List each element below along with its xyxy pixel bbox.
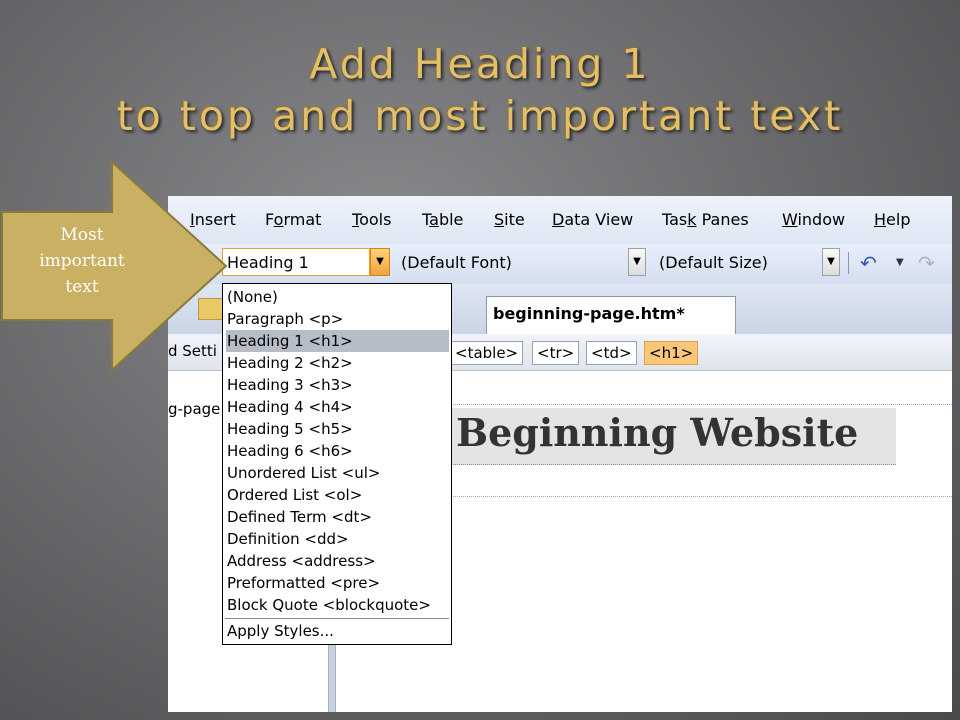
dropdown-item-heading-1[interactable]: Heading 1 <h1> xyxy=(226,330,449,352)
dropdown-item-apply-styles[interactable]: Apply Styles... xyxy=(226,620,449,642)
font-combo[interactable]: (Default Font) xyxy=(396,248,648,276)
dropdown-item-ordered-list[interactable]: Ordered List <ol> xyxy=(226,484,449,506)
size-combo-dropdown-button[interactable]: ▼ xyxy=(822,248,840,276)
undo-dropdown-arrow[interactable]: ▼ xyxy=(896,257,904,268)
style-dropdown-list: (None) Paragraph <p> Heading 1 <h1> Head… xyxy=(222,283,452,645)
font-combo-dropdown-button[interactable]: ▼ xyxy=(628,248,646,276)
menubar: Insert Format Tools Table Site Data View… xyxy=(168,196,952,244)
dropdown-item-heading-5[interactable]: Heading 5 <h5> xyxy=(226,418,449,440)
tab-beginning-page[interactable]: beginning-page.htm* xyxy=(486,296,736,334)
dropdown-item-definition[interactable]: Definition <dd> xyxy=(226,528,449,550)
redo-icon[interactable]: ↷ xyxy=(918,252,935,274)
menu-tools[interactable]: Tools xyxy=(352,210,391,229)
tag-tr[interactable]: <tr> xyxy=(532,341,580,365)
menu-data-view[interactable]: Data View xyxy=(552,210,633,229)
tag-td[interactable]: <td> xyxy=(586,341,637,365)
folder-list-item[interactable]: g-page xyxy=(168,400,220,418)
table-border-top xyxy=(448,404,952,405)
dropdown-item-none[interactable]: (None) xyxy=(226,286,449,308)
dropdown-item-paragraph[interactable]: Paragraph <p> xyxy=(226,308,449,330)
formatting-toolbar: Heading 1 ▼ (Default Font) ▼ (Default Si… xyxy=(168,244,952,284)
menu-window[interactable]: Window xyxy=(782,210,845,229)
menu-task-panes[interactable]: Task Panes xyxy=(662,210,749,229)
page-heading[interactable]: Beginning Website xyxy=(456,410,858,455)
style-combo[interactable]: Heading 1 xyxy=(222,248,370,276)
size-combo[interactable]: (Default Size) xyxy=(654,248,824,276)
tag-table[interactable]: <table> xyxy=(450,341,524,365)
menu-site[interactable]: Site xyxy=(494,210,525,229)
table-border-bottom xyxy=(448,496,952,497)
dropdown-item-preformatted[interactable]: Preformatted <pre> xyxy=(226,572,449,594)
dropdown-item-defined-term[interactable]: Defined Term <dt> xyxy=(226,506,449,528)
slide-title-line-2: to top and most important text xyxy=(116,92,844,140)
dropdown-item-unordered-list[interactable]: Unordered List <ul> xyxy=(226,462,449,484)
dropdown-item-block-quote[interactable]: Block Quote <blockquote> xyxy=(226,594,449,616)
dropdown-item-heading-6[interactable]: Heading 6 <h6> xyxy=(226,440,449,462)
menu-help[interactable]: Help xyxy=(874,210,910,229)
undo-icon[interactable]: ↶ xyxy=(860,252,877,274)
dropdown-item-address[interactable]: Address <address> xyxy=(226,550,449,572)
slide-title: Add Heading 1 to top and most important … xyxy=(0,38,960,142)
dropdown-item-heading-3[interactable]: Heading 3 <h3> xyxy=(226,374,449,396)
dropdown-item-heading-4[interactable]: Heading 4 <h4> xyxy=(226,396,449,418)
style-combo-dropdown-button[interactable]: ▼ xyxy=(370,248,390,276)
toolbar-separator xyxy=(848,252,849,274)
tag-h1[interactable]: <h1> xyxy=(644,341,699,365)
dropdown-item-heading-2[interactable]: Heading 2 <h2> xyxy=(226,352,449,374)
menu-format[interactable]: Format xyxy=(265,210,321,229)
menu-table[interactable]: Table xyxy=(422,210,463,229)
slide-title-line-1: Add Heading 1 xyxy=(309,40,651,88)
dropdown-separator xyxy=(225,618,449,619)
callout-label: Most important text xyxy=(39,225,125,297)
